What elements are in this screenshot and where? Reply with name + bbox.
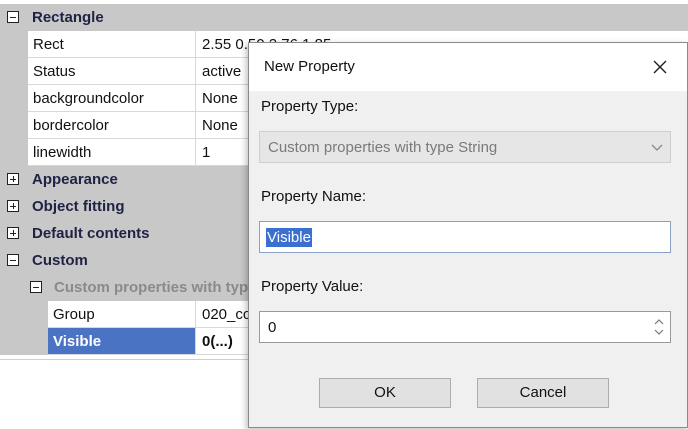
property-name-input[interactable]: Visible [259, 221, 671, 253]
property-name-label: Property Name: [261, 188, 367, 205]
row-gutter [0, 328, 48, 355]
close-icon [653, 60, 667, 74]
expand-icon[interactable] [7, 200, 19, 212]
category-rectangle[interactable]: Rectangle [0, 4, 688, 31]
spinner-arrows-icon[interactable] [652, 315, 666, 339]
property-name[interactable]: Visible [48, 328, 196, 355]
category-label: Appearance [32, 171, 118, 188]
row-gutter [0, 301, 48, 328]
collapse-icon[interactable] [7, 11, 19, 23]
close-button[interactable] [643, 51, 677, 83]
category-label: Custom [32, 252, 88, 269]
property-name[interactable]: Group [48, 301, 196, 328]
category-label: Rectangle [32, 9, 104, 26]
dialog-titlebar[interactable]: New Property [249, 43, 687, 91]
row-gutter [0, 112, 28, 139]
row-gutter [0, 58, 28, 85]
expand-icon[interactable] [7, 173, 19, 185]
property-type-value: Custom properties with type String [268, 139, 498, 156]
property-name[interactable]: backgroundcolor [28, 85, 196, 112]
category-label: Object fitting [32, 198, 125, 215]
property-name[interactable]: Rect [28, 31, 196, 58]
property-name[interactable]: bordercolor [28, 112, 196, 139]
collapse-icon[interactable] [7, 254, 19, 266]
row-gutter [0, 85, 28, 112]
chevron-down-icon [651, 144, 663, 151]
expand-icon[interactable] [7, 227, 19, 239]
property-value-label: Property Value: [261, 278, 364, 295]
property-type-label: Property Type: [261, 98, 359, 115]
property-type-select[interactable]: Custom properties with type String [259, 131, 671, 163]
property-value-text: 0 [268, 319, 277, 336]
cancel-button[interactable]: Cancel [477, 378, 609, 408]
category-label: Default contents [32, 225, 150, 242]
row-gutter [0, 139, 28, 166]
property-name[interactable]: linewidth [28, 139, 196, 166]
dialog-title: New Property [264, 58, 355, 75]
new-property-dialog: New Property Property Type: Custom prope… [248, 42, 688, 428]
row-gutter [0, 31, 28, 58]
property-name[interactable]: Status [28, 58, 196, 85]
collapse-icon[interactable] [30, 281, 42, 293]
property-name-value: Visible [266, 228, 312, 247]
property-value-input[interactable]: 0 [259, 311, 671, 343]
ok-button[interactable]: OK [319, 378, 451, 408]
